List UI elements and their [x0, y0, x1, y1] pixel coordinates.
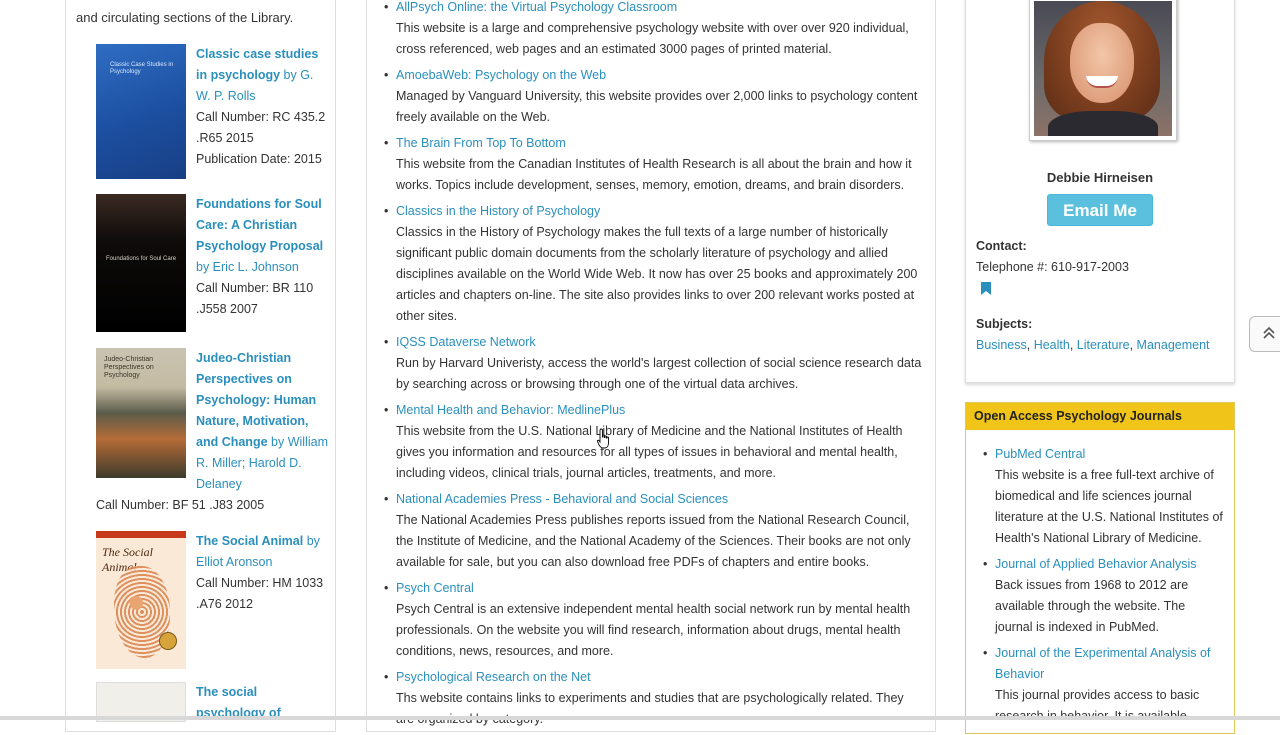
journal-link[interactable]: PubMed Central: [995, 444, 1223, 465]
book-cover[interactable]: The Social Animal: [96, 531, 186, 669]
resource-link[interactable]: Mental Health and Behavior: MedlinePlus: [396, 400, 924, 421]
web-resources-list: • AllPsych Online: the Virtual Psychology…: [384, 0, 924, 735]
resource-description: This website from the U.S. National Libr…: [396, 424, 903, 480]
book-cover-text: Classic Case Studies in Psychology: [110, 62, 174, 75]
window-bottom-edge: [0, 716, 1280, 720]
email-me-button[interactable]: Email Me: [1047, 194, 1153, 226]
book-cover-text: Foundations for Soul Care: [106, 256, 177, 262]
subjects-label: Subjects:: [976, 317, 1033, 331]
books-sidebar: and circulating sections of the Library.…: [65, 0, 336, 732]
subject-link-business[interactable]: Business: [976, 338, 1027, 352]
resource-description: The National Academies Press publishes r…: [396, 513, 911, 569]
open-access-journals-panel: Open Access Psychology Journals • PubMed …: [965, 402, 1235, 734]
resource-link[interactable]: Psych Central: [396, 578, 924, 599]
list-item: • IQSS Dataverse Network Run by Harvard Un…: [384, 332, 924, 395]
subjects-list: Business, Health, Literature, Management: [976, 338, 1210, 352]
resource-link[interactable]: The Brain From Top To Bottom: [396, 133, 924, 154]
journals-list: • PubMed Central This website is a free fu…: [983, 444, 1223, 732]
resource-link[interactable]: Psychological Research on the Net: [396, 667, 924, 688]
profile-name: Debbie Hirneisen: [1046, 170, 1154, 185]
list-item: • Journal of Applied Behavior Analysis Bac…: [983, 554, 1223, 638]
resource-link[interactable]: Classics in the History of Psychology: [396, 201, 924, 222]
bookmark-icon[interactable]: [981, 282, 991, 295]
resource-description: This website is a large and comprehensiv…: [396, 21, 909, 56]
resource-link[interactable]: AllPsych Online: the Virtual Psychology …: [396, 0, 924, 18]
book-cover[interactable]: Foundations for Soul Care: [96, 194, 186, 332]
book-title-link[interactable]: Foundations for Soul Care: A Christian P…: [196, 197, 323, 253]
resource-link[interactable]: National Academies Press - Behavioral an…: [396, 489, 924, 510]
resource-link[interactable]: AmoebaWeb: Psychology on the Web: [396, 65, 924, 86]
back-to-top-button[interactable]: [1249, 316, 1280, 352]
resource-description: Psych Central is an extensive independen…: [396, 602, 911, 658]
subject-link-management[interactable]: Management: [1137, 338, 1210, 352]
book-cover[interactable]: Classic Case Studies in Psychology: [96, 44, 186, 179]
resource-description: Managed by Vanguard University, this web…: [396, 89, 918, 124]
list-item: • Journal of the Experimental Analysis of…: [983, 643, 1223, 727]
list-item: • PubMed Central This website is a free fu…: [983, 444, 1223, 549]
contact-label: Contact:: [976, 239, 1027, 253]
resource-description: Run by Harvard Univeristy, access the wo…: [396, 356, 922, 391]
list-item: • AmoebaWeb: Psychology on the Web Managed…: [384, 65, 924, 128]
subject-link-literature[interactable]: Literature: [1077, 338, 1130, 352]
list-item: • National Academies Press - Behavioral a…: [384, 489, 924, 573]
list-item: • AllPsych Online: the Virtual Psychology…: [384, 0, 924, 60]
telephone-number: Telephone #: 610-917-2003: [976, 260, 1129, 274]
book-title-link[interactable]: The social psychology of: [196, 685, 281, 720]
book-cover[interactable]: Judeo-Christian Perspectives on Psycholo…: [96, 348, 186, 478]
journal-link[interactable]: Journal of the Experimental Analysis of …: [995, 643, 1223, 685]
books-intro-text: and circulating sections of the Library.: [76, 10, 294, 25]
journal-description: This journal provides access to basic re…: [995, 688, 1200, 723]
list-item: • Classics in the History of Psychology Cl…: [384, 201, 924, 327]
book-pub-date: Publication Date: 2015: [196, 152, 322, 166]
book-call-number: Call Number: BF 51 .J83 2005: [96, 498, 265, 512]
journal-description: This website is a free full-text archive…: [995, 468, 1223, 545]
profile-photo: [1029, 0, 1177, 141]
book-author-link[interactable]: by Eric L. Johnson: [196, 260, 299, 274]
list-item: • Mental Health and Behavior: MedlinePlus…: [384, 400, 924, 484]
resource-link[interactable]: IQSS Dataverse Network: [396, 332, 924, 353]
journals-header: Open Access Psychology Journals: [966, 403, 1234, 430]
book-title-link[interactable]: The Social Animal: [196, 534, 303, 548]
hand-pointer-icon: [596, 428, 611, 450]
chevron-up-icon: [1262, 326, 1276, 344]
list-item: • Psychological Research on the Net Ths we…: [384, 667, 924, 730]
journal-description: Back issues from 1968 to 2012 are availa…: [995, 578, 1189, 634]
resource-description: Classics in the History of Psychology ma…: [396, 225, 918, 323]
list-item: • Psych Central Psych Central is an extens…: [384, 578, 924, 662]
resource-description: Ths website contains links to experiment…: [396, 691, 904, 726]
book-call-number: Call Number: HM 1033 .A76 2012: [196, 576, 324, 611]
list-item: • The Brain From Top To Bottom This websit…: [384, 133, 924, 196]
resource-description: This website from the Canadian Institute…: [396, 157, 912, 192]
web-resources-panel: • AllPsych Online: the Virtual Psychology…: [366, 0, 936, 732]
book-cover-text: Judeo-Christian Perspectives on Psycholo…: [104, 356, 154, 379]
book-call-number: Call Number: BR 110 .J558 2007: [196, 281, 314, 316]
book-call-number: Call Number: RC 435.2 .R65 2015: [196, 110, 326, 145]
librarian-profile: Debbie Hirneisen Email Me Contact: Telep…: [965, 0, 1235, 383]
subject-link-health[interactable]: Health: [1034, 338, 1070, 352]
journal-link[interactable]: Journal of Applied Behavior Analysis: [995, 554, 1223, 575]
